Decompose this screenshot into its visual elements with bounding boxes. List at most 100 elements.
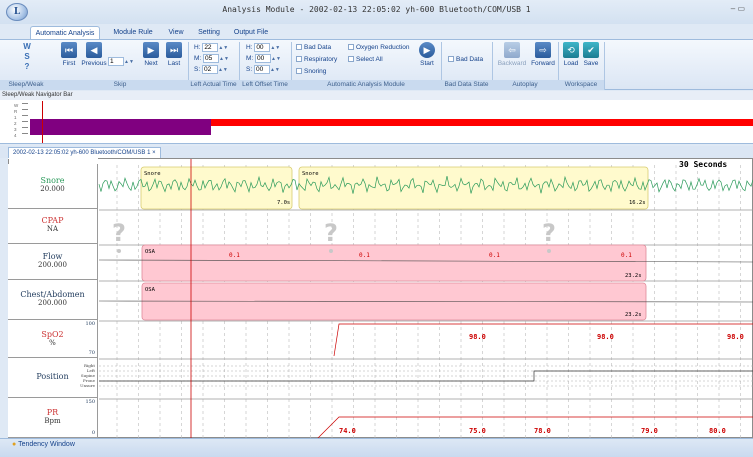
stepper-arrows-icon[interactable]: ▲▼ xyxy=(218,45,228,51)
flow-mark-value: 0.1 xyxy=(229,252,240,259)
save-button[interactable]: ✔ Save xyxy=(582,42,600,67)
tab-automatic-analysis[interactable]: Automatic Analysis xyxy=(30,26,100,39)
spo2-min: 70 xyxy=(88,350,95,356)
minute-label: M: xyxy=(246,55,254,62)
stepper-arrows-icon[interactable]: ▲▼ xyxy=(270,45,280,51)
window-controls[interactable]: – ▭ xyxy=(731,4,745,13)
bad-data-state-label: Bad Data xyxy=(456,56,484,63)
actual-hour-field[interactable]: H: 22 ▲▼ xyxy=(194,43,228,52)
navigator-header: Sleep/Weak Navigator Bar xyxy=(0,91,753,100)
actual-second-value[interactable]: 02 xyxy=(201,65,218,74)
offset-minute-value[interactable]: 00 xyxy=(255,54,272,63)
tab-view[interactable]: View xyxy=(164,26,188,39)
offset-minute-field[interactable]: M: 00 ▲▼ xyxy=(246,54,281,63)
stepper-arrows-icon[interactable]: ▲▼ xyxy=(218,67,228,73)
load-button[interactable]: ⟲ Load xyxy=(562,42,580,67)
unknown-signal-icon: ? xyxy=(542,219,556,247)
first-label: First xyxy=(62,60,76,67)
tendency-window-tab[interactable]: ● Tendency Window xyxy=(12,441,75,448)
start-label: Start xyxy=(420,60,434,67)
document-tab[interactable]: 2002-02-13 22:05:02 yh-600 Bluetooth/COM… xyxy=(8,147,161,158)
checkbox-icon[interactable] xyxy=(448,56,454,62)
checkmark-icon: ✔ xyxy=(583,42,599,58)
offset-second-value[interactable]: 00 xyxy=(253,65,270,74)
navigator-tick xyxy=(22,127,28,128)
navigator-tick xyxy=(22,133,28,134)
bad-data-state-checkbox[interactable]: Bad Data xyxy=(448,56,483,63)
forward-button[interactable]: ⇨ Forward xyxy=(528,42,558,67)
sleep-label: S xyxy=(24,52,30,61)
pr-value: 75.0 xyxy=(469,427,486,435)
skip-count-value[interactable]: 1 xyxy=(108,57,124,66)
select-all-checkbox[interactable]: Select All xyxy=(348,56,383,63)
stepper-arrows-icon[interactable]: ▲▼ xyxy=(219,56,229,62)
snore-event-duration: 16.2s xyxy=(629,200,646,206)
signal-canvas: 30 Seconds Snore Snore 7.0s 16.2s?? ? OSA OSA 23… xyxy=(98,159,753,440)
window-title: Analysis Module - 2002-02-13 22:05:02 yh… xyxy=(222,5,531,14)
spo2-trace xyxy=(333,323,753,357)
skip-count-stepper[interactable]: 1 ▲▼ xyxy=(108,57,134,66)
actual-minute-value[interactable]: 05 xyxy=(203,54,220,63)
oxygen-reduction-label: Oxygen Reduction xyxy=(356,44,410,51)
offset-hour-value[interactable]: 00 xyxy=(254,43,271,52)
next-button[interactable]: ▶ Next xyxy=(140,42,162,67)
window-icon: ● xyxy=(12,441,17,448)
stepper-arrows-icon[interactable]: ▲▼ xyxy=(124,59,134,65)
unknown-marker-dot xyxy=(329,249,333,253)
spo2-value: 98.0 xyxy=(727,333,744,341)
actual-hour-value[interactable]: 22 xyxy=(202,43,219,52)
navigator-levels: W R 1 2 3 4 xyxy=(14,103,18,139)
checkbox-icon[interactable] xyxy=(348,56,354,62)
window-duration-label: 30 Seconds xyxy=(679,160,727,169)
checkbox-icon[interactable] xyxy=(348,44,354,50)
stepper-arrows-icon[interactable]: ▲▼ xyxy=(271,56,281,62)
flow-mark-value: 0.1 xyxy=(489,252,500,259)
unknown-marker-dot xyxy=(117,249,121,253)
previous-icon: ◀ xyxy=(86,42,102,58)
channel-scale: % xyxy=(49,339,56,347)
next-label: Next xyxy=(144,60,158,67)
signal-plot[interactable]: 30 Seconds Snore Snore 7.0s 16.2s??? OSA OSA 23… xyxy=(8,158,753,440)
level-unsure: Unsure xyxy=(80,383,95,388)
group-label-left-actual-time: Left Actual Time xyxy=(188,80,239,90)
channel-pr: PR Bpm 150 0 xyxy=(8,398,98,438)
checkbox-icon[interactable] xyxy=(296,68,302,74)
offset-second-field[interactable]: S: 00 ▲▼ xyxy=(246,65,280,74)
bad-data-checkbox[interactable]: Bad Data xyxy=(296,44,331,51)
checkbox-icon[interactable] xyxy=(296,44,302,50)
unknown-signal-icon: ? xyxy=(112,219,126,247)
save-label: Save xyxy=(583,60,599,67)
navigator-tick xyxy=(22,109,28,110)
channel-name: CPAP xyxy=(41,216,64,225)
second-label: S: xyxy=(246,66,253,73)
flow-osa-duration: 23.2s xyxy=(625,273,642,279)
tab-setting[interactable]: Setting xyxy=(194,26,224,39)
offset-hour-field[interactable]: H: 00 ▲▼ xyxy=(246,43,280,52)
start-button[interactable]: ▶ Start xyxy=(416,42,438,67)
respiratory-checkbox[interactable]: Respiratory xyxy=(296,56,337,63)
actual-minute-field[interactable]: M: 05 ▲▼ xyxy=(194,54,229,63)
close-icon[interactable]: × xyxy=(152,150,156,156)
stepper-arrows-icon[interactable]: ▲▼ xyxy=(270,67,280,73)
actual-second-field[interactable]: S: 02 ▲▼ xyxy=(194,65,228,74)
unknown-label: ? xyxy=(24,62,30,71)
channel-name: Chest/Abdomen xyxy=(20,290,85,299)
hour-label: H: xyxy=(194,44,201,51)
navigator-sleep-segment xyxy=(211,119,753,126)
unknown-signal-icon: ? xyxy=(324,219,338,247)
previous-button[interactable]: ◀ Previous xyxy=(80,42,108,67)
second-label: S: xyxy=(194,66,201,73)
checkbox-icon[interactable] xyxy=(296,56,302,62)
pr-max: 150 xyxy=(85,399,95,405)
first-button[interactable]: ⏮ First xyxy=(58,42,80,67)
channel-spo2: SpO2% 100 70 xyxy=(8,320,98,358)
tab-output-file[interactable]: Output File xyxy=(230,26,272,39)
navigator-cursor[interactable] xyxy=(42,101,43,143)
last-button[interactable]: ⏭ Last xyxy=(164,42,184,67)
tab-module-rule[interactable]: Module Rule xyxy=(108,26,158,39)
oxygen-reduction-checkbox[interactable]: Oxygen Reduction xyxy=(348,44,409,51)
navigator-tick xyxy=(22,115,28,116)
position-levels: Right Left Supine Prone Unsure xyxy=(80,363,95,388)
snoring-checkbox[interactable]: Snoring xyxy=(296,68,326,75)
backward-button[interactable]: ⇦ Backward xyxy=(496,42,528,67)
